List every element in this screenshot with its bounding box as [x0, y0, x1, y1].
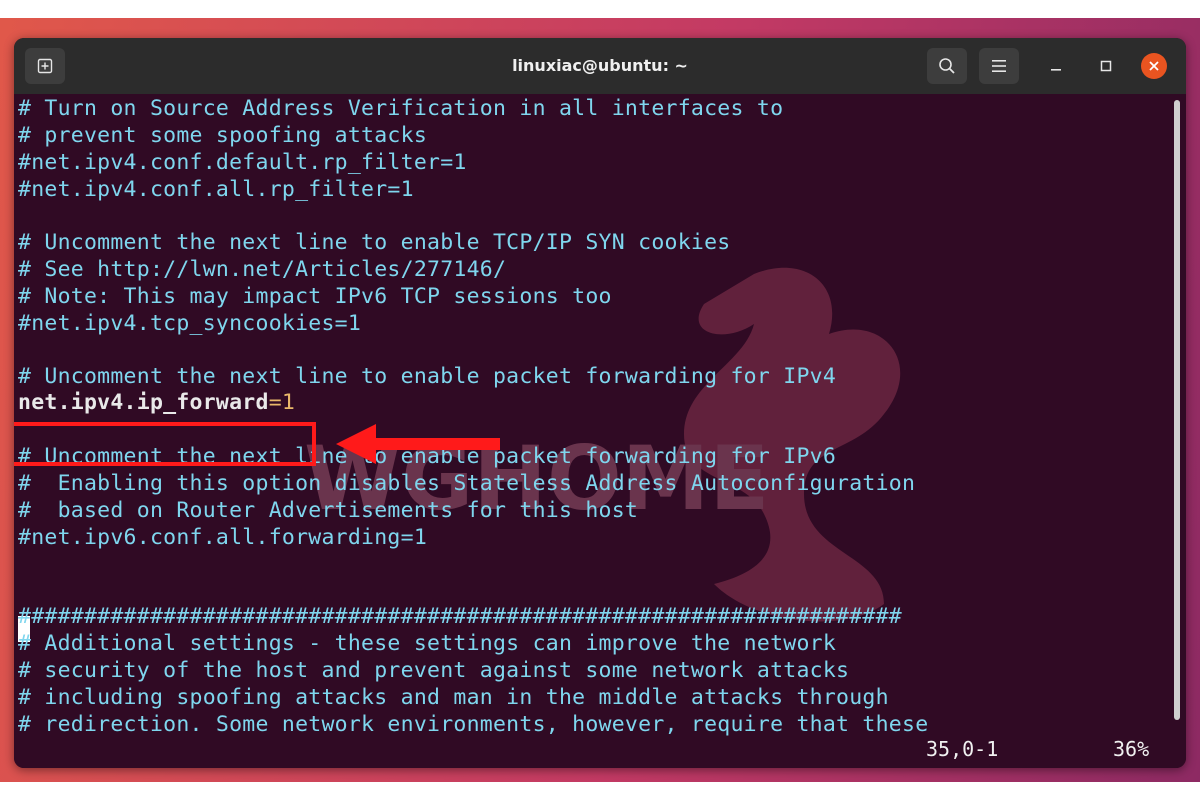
hamburger-menu-icon: [992, 60, 1006, 72]
terminal-line: #net.ipv4.conf.all.rp_filter=1: [18, 177, 414, 202]
terminal-line: # Note: This may impact IPv6 TCP session…: [18, 284, 612, 309]
terminal-line: # Uncomment the next line to enable pack…: [18, 364, 837, 389]
minimize-icon: [1051, 69, 1061, 71]
terminal-line: #net.ipv6.conf.all.forwarding=1: [18, 525, 428, 550]
new-tab-button[interactable]: [25, 48, 65, 84]
terminal-line: # See http://lwn.net/Articles/277146/: [18, 257, 507, 282]
highlight-box: [14, 422, 316, 466]
menu-button[interactable]: [979, 48, 1019, 84]
search-button[interactable]: [927, 48, 967, 84]
maximize-button[interactable]: [1094, 54, 1118, 78]
terminal-line: # including spoofing attacks and man in …: [18, 685, 889, 710]
scroll-percent: 36%: [1113, 737, 1150, 761]
terminal-line: #net.ipv4.conf.default.rp_filter=1: [18, 150, 467, 175]
terminal-window: linuxiac@ubuntu: ~ WGHOME # Turn on Sour…: [14, 38, 1186, 768]
close-icon: [1149, 61, 1159, 71]
terminal-line: # security of the host and prevent again…: [18, 658, 850, 683]
terminal-line: # Additional settings - these settings c…: [18, 631, 837, 656]
terminal-line: #net.ipv4.tcp_syncookies=1: [18, 311, 362, 336]
setting-key: net.ipv4.ip_forward: [18, 390, 269, 415]
terminal-line: # Enabling this option disables Stateles…: [18, 471, 916, 496]
scrollbar[interactable]: [1170, 94, 1186, 768]
scrollbar-thumb[interactable]: [1174, 100, 1180, 720]
setting-equals: =: [268, 390, 282, 415]
search-icon: [939, 58, 955, 74]
terminal-line: # Uncomment the next line to enable TCP/…: [18, 230, 731, 255]
arrow-left-icon: [336, 424, 500, 464]
new-tab-icon: [37, 58, 53, 74]
terminal-area[interactable]: WGHOME # Turn on Source Address Verifica…: [14, 94, 1186, 768]
minimize-button[interactable]: [1044, 54, 1068, 78]
cursor-position: 35,0-1: [926, 737, 999, 761]
ip-forward-setting-line: net.ipv4.ip_forward=1: [18, 390, 295, 416]
close-button[interactable]: [1141, 53, 1167, 79]
terminal-line: ########################################…: [18, 604, 903, 629]
maximize-icon: [1100, 60, 1112, 72]
terminal-line: # redirection. Some network environments…: [18, 712, 929, 737]
terminal-line: # Turn on Source Address Verification in…: [18, 96, 784, 121]
setting-value: 1: [281, 390, 296, 415]
titlebar: linuxiac@ubuntu: ~: [14, 38, 1186, 95]
terminal-line: # based on Router Advertisements for thi…: [18, 498, 639, 523]
terminal-line: # prevent some spoofing attacks: [18, 123, 428, 148]
